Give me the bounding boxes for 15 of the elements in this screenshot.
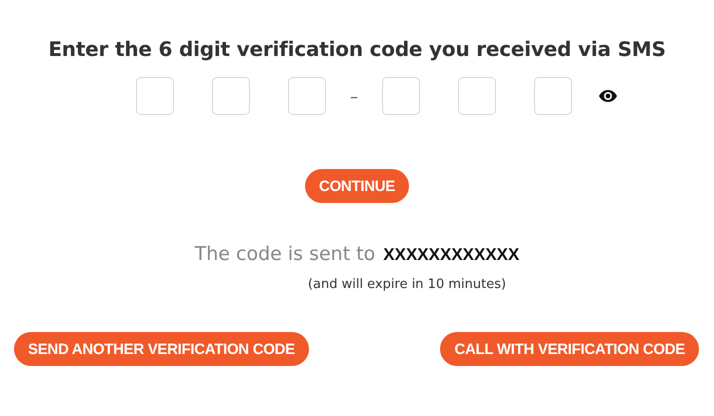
digit-field[interactable] <box>458 77 496 115</box>
digit-field[interactable] <box>382 77 420 115</box>
expiry-note: (and will expire in 10 minutes) <box>308 277 506 292</box>
phone-number: XXXXXXXXXXXX <box>383 245 520 265</box>
digit-field[interactable] <box>534 77 572 115</box>
send-code-button[interactable]: SEND ANOTHER VERIFICATION CODE <box>14 332 309 366</box>
digit-field[interactable] <box>288 77 326 115</box>
sent-to-label: The code is sent to <box>194 243 376 265</box>
eye-icon[interactable] <box>599 90 617 102</box>
separator-dash: – <box>350 86 358 106</box>
heading: Enter the 6 digit verification code you received via SMS <box>48 37 666 61</box>
digit-field[interactable] <box>136 77 174 115</box>
continue-button[interactable]: CONTINUE <box>305 169 409 203</box>
call-button[interactable]: CALL WITH VERIFICATION CODE <box>440 332 699 366</box>
digit-field[interactable] <box>212 77 250 115</box>
